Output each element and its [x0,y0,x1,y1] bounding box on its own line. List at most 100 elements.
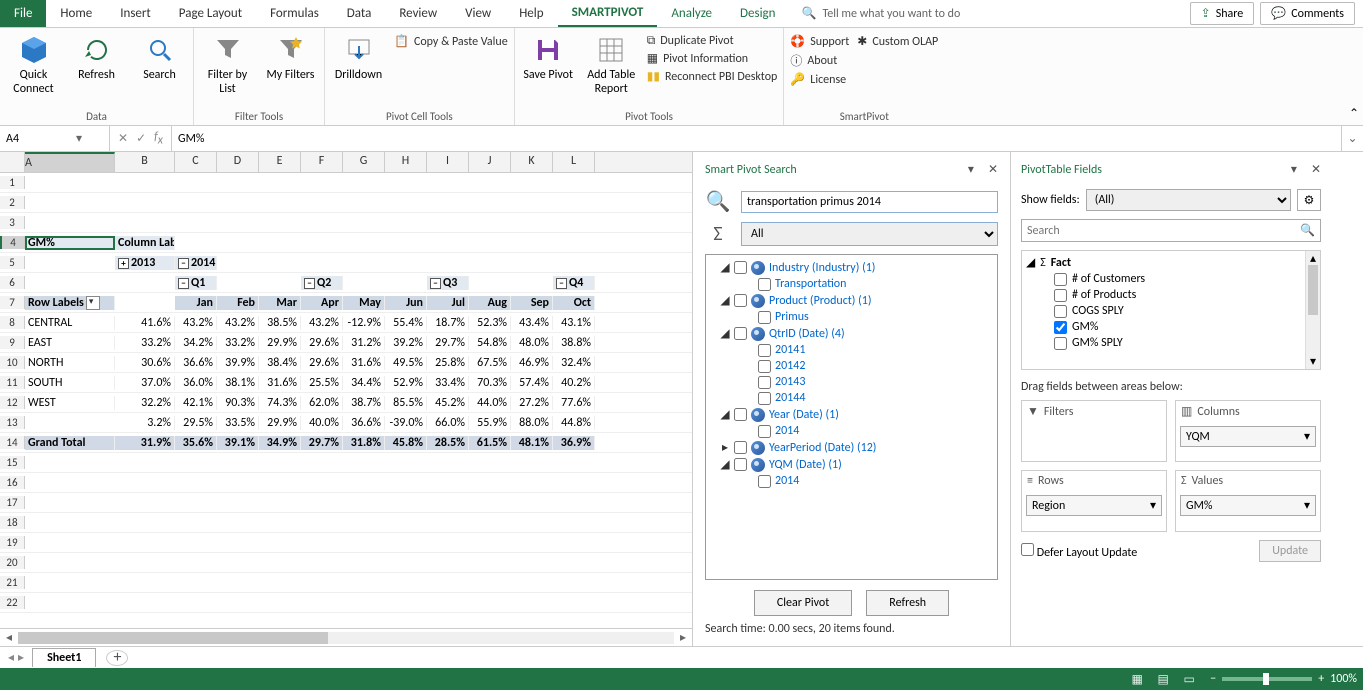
row-head[interactable]: 10 [0,356,25,369]
zoom-in-icon[interactable]: + [1318,672,1324,686]
cell[interactable]: 38.4% [259,356,301,370]
cell[interactable]: 29.9% [259,416,301,430]
cell[interactable]: 38.5% [259,316,301,330]
scroll-left-icon[interactable]: ◂ [0,630,18,645]
checkbox[interactable] [758,475,771,488]
row-labels-dropdown[interactable] [86,296,100,310]
fact-group[interactable]: ◢ΣFact [1026,255,1316,270]
expand-icon[interactable]: ◢ [720,326,730,341]
name-box-input[interactable] [6,132,76,146]
area-values[interactable]: ΣValues GM%▾ [1175,470,1321,532]
cell[interactable]: 25.5% [301,376,343,390]
fx-icon[interactable]: fx [154,130,163,147]
tab-home[interactable]: Home [46,0,106,27]
scroll-right-icon[interactable]: ▸ [674,630,692,645]
expand-icon[interactable]: ◢ [720,457,730,472]
cell[interactable]: −Q2 [301,276,343,290]
tree-label[interactable]: 20142 [775,359,805,373]
tree-label[interactable]: 20141 [775,343,805,357]
col-head-g[interactable]: G [343,152,385,172]
cell[interactable]: Oct [553,296,595,310]
tab-page-layout[interactable]: Page Layout [165,0,256,27]
expand-icon[interactable]: ◢ [720,293,730,308]
cell[interactable]: 55.4% [385,316,427,330]
checkbox[interactable] [734,327,747,340]
field-cogs-sply[interactable]: COGS SPLY [1026,304,1316,318]
cell[interactable]: 28.5% [427,436,469,450]
cell[interactable]: 32.4% [553,356,595,370]
defer-layout-checkbox[interactable]: Defer Layout Update [1021,543,1137,560]
cell[interactable]: 29.9% [259,336,301,350]
cell[interactable]: 33.2% [115,336,175,350]
row-head[interactable]: 13 [0,416,25,429]
area-item-gm[interactable]: GM%▾ [1180,495,1316,516]
tell-me[interactable]: 🔍 Tell me what you want to do [790,0,973,27]
checkbox[interactable] [1054,289,1067,302]
tab-design[interactable]: Design [726,0,789,27]
checkbox[interactable] [758,278,771,291]
field-search[interactable]: 🔍 [1021,219,1321,242]
cell[interactable]: 43.4% [511,316,553,330]
cell[interactable]: 55.9% [469,416,511,430]
cell[interactable]: 77.6% [553,396,595,410]
zoom-slider[interactable] [1222,677,1312,681]
tree-label[interactable]: YQM (Date) (1) [769,458,842,472]
refresh-button[interactable]: Refresh [69,32,124,83]
cell[interactable]: NORTH [25,356,115,370]
expand-icon[interactable]: ▸ [720,440,730,455]
tree-item[interactable]: 2014 [710,473,993,489]
area-filters[interactable]: ▼Filters [1021,400,1167,462]
cell[interactable]: 25.8% [427,356,469,370]
tab-formulas[interactable]: Formulas [256,0,333,27]
col-head-f[interactable]: F [301,152,343,172]
cell[interactable]: +2013 [115,256,175,270]
cell[interactable]: 38.1% [217,376,259,390]
cell[interactable]: Grand Total [25,436,115,450]
checkbox[interactable] [1054,273,1067,286]
pivot-search-input[interactable] [741,191,998,213]
measure-select[interactable]: All [741,222,998,246]
ptf-settings-button[interactable]: ⚙ [1297,189,1321,211]
col-head-i[interactable]: I [427,152,469,172]
view-page-layout-icon[interactable]: ▤ [1150,670,1176,688]
tree-item[interactable]: ◢QtrID (Date) (4) [710,325,993,342]
cell[interactable]: 38.8% [553,336,595,350]
checkbox[interactable] [1054,305,1067,318]
cell[interactable]: Jun [385,296,427,310]
row-head[interactable]: 9 [0,336,25,349]
cell[interactable]: 34.9% [259,436,301,450]
tree-item[interactable]: ◢Product (Product) (1) [710,292,993,309]
cell[interactable]: 37.0% [115,376,175,390]
horizontal-scrollbar[interactable]: ◂ ▸ [0,628,692,646]
checkbox[interactable] [734,294,747,307]
field-gm-sply[interactable]: GM% SPLY [1026,336,1316,350]
tree-item[interactable]: Transportation [710,276,993,292]
row-head[interactable]: 2 [0,196,25,209]
cell[interactable]: WEST [25,396,115,410]
checkbox[interactable] [1021,543,1034,556]
comments-button[interactable]: 💬Comments [1260,2,1355,25]
cell[interactable]: Column Labels [115,236,175,250]
cell[interactable]: 45.2% [427,396,469,410]
spreadsheet-grid[interactable]: A B C D E F G H I J K L 1234GM%Column La… [0,152,692,628]
checkbox[interactable] [758,392,771,405]
field-gm[interactable]: GM% [1026,320,1316,334]
checkbox[interactable] [758,425,771,438]
tab-help[interactable]: Help [505,0,557,27]
cell[interactable]: 52.3% [469,316,511,330]
cell[interactable]: 40.0% [301,416,343,430]
cell[interactable]: 31.6% [343,356,385,370]
cell[interactable]: 41.6% [115,316,175,330]
cell[interactable]: Aug [469,296,511,310]
checkbox[interactable] [734,458,747,471]
cell[interactable]: −Q3 [427,276,469,290]
cell[interactable]: 39.1% [217,436,259,450]
cell[interactable]: 46.9% [511,356,553,370]
row-head[interactable]: 19 [0,536,25,549]
row-head[interactable]: 3 [0,216,25,229]
cell[interactable]: 44.0% [469,396,511,410]
cell[interactable]: 52.9% [385,376,427,390]
tab-insert[interactable]: Insert [106,0,165,27]
cell[interactable]: 70.3% [469,376,511,390]
filter-by-list-button[interactable]: Filter by List [200,32,255,97]
